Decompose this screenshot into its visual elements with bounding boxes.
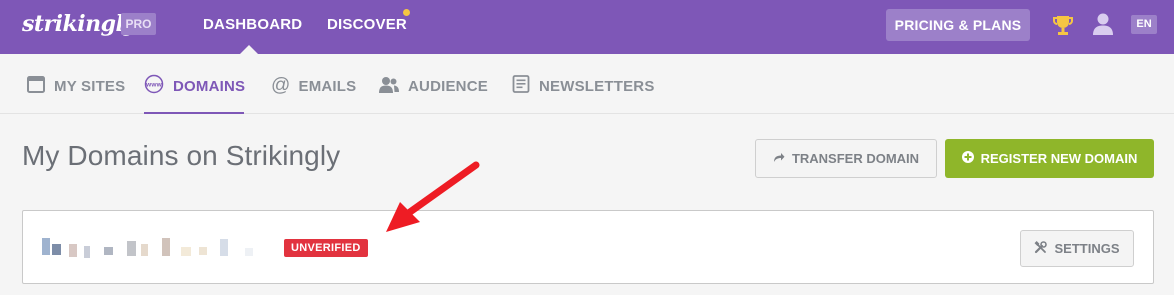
share-arrow-icon xyxy=(773,151,785,166)
plus-circle-icon xyxy=(961,151,974,166)
register-new-domain-label: REGISTER NEW DOMAIN xyxy=(980,151,1138,166)
red-arrow-annotation xyxy=(386,161,480,232)
secondary-navigation: MY SITES www DOMAINS @ EMAILS AUDIENCE N… xyxy=(0,54,1174,114)
user-icon[interactable] xyxy=(1092,12,1114,36)
browser-window-icon xyxy=(27,75,45,97)
trophy-icon[interactable] xyxy=(1052,13,1074,37)
settings-label: SETTINGS xyxy=(1054,241,1120,256)
active-tab-indicator xyxy=(144,112,244,114)
tab-label: DOMAINS xyxy=(173,77,246,95)
language-selector[interactable]: EN xyxy=(1131,15,1157,34)
plan-badge: PRO xyxy=(121,13,156,35)
domain-settings-button[interactable]: SETTINGS xyxy=(1020,230,1134,267)
tab-label: EMAILS xyxy=(298,77,357,95)
nav-dashboard[interactable]: DASHBOARD xyxy=(203,16,302,33)
newsletter-icon xyxy=(512,75,530,97)
svg-text:www: www xyxy=(145,82,163,89)
tab-my-sites[interactable]: MY SITES xyxy=(27,75,126,97)
pricing-plans-button[interactable]: PRICING & PLANS xyxy=(886,9,1030,41)
page-title: My Domains on Strikingly xyxy=(22,140,341,171)
nav-discover[interactable]: DISCOVER xyxy=(327,16,407,33)
tab-emails[interactable]: @ EMAILS xyxy=(271,75,357,96)
transfer-domain-label: TRANSFER DOMAIN xyxy=(791,151,920,166)
top-navigation-bar: strikingly PRO DASHBOARD DISCOVER PRICIN… xyxy=(0,0,1174,54)
tab-audience[interactable]: AUDIENCE xyxy=(379,76,488,96)
tools-icon xyxy=(1034,240,1048,257)
strikingly-logo[interactable]: strikingly xyxy=(22,11,136,37)
status-badge: UNVERIFIED xyxy=(284,239,368,257)
www-globe-icon: www xyxy=(144,74,164,98)
tab-domains[interactable]: www DOMAINS xyxy=(144,74,246,98)
domain-row: UNVERIFIED SETTINGS xyxy=(22,210,1154,284)
tab-label: NEWSLETTERS xyxy=(539,77,655,95)
transfer-domain-button[interactable]: TRANSFER DOMAIN xyxy=(755,139,937,178)
tab-newsletters[interactable]: NEWSLETTERS xyxy=(512,75,655,97)
at-sign-icon: @ xyxy=(271,75,291,96)
active-nav-caret xyxy=(240,45,258,54)
register-new-domain-button[interactable]: REGISTER NEW DOMAIN xyxy=(945,139,1154,178)
tab-label: MY SITES xyxy=(54,77,126,95)
people-icon xyxy=(379,76,399,97)
notification-dot xyxy=(403,9,410,16)
tab-label: AUDIENCE xyxy=(408,77,488,95)
